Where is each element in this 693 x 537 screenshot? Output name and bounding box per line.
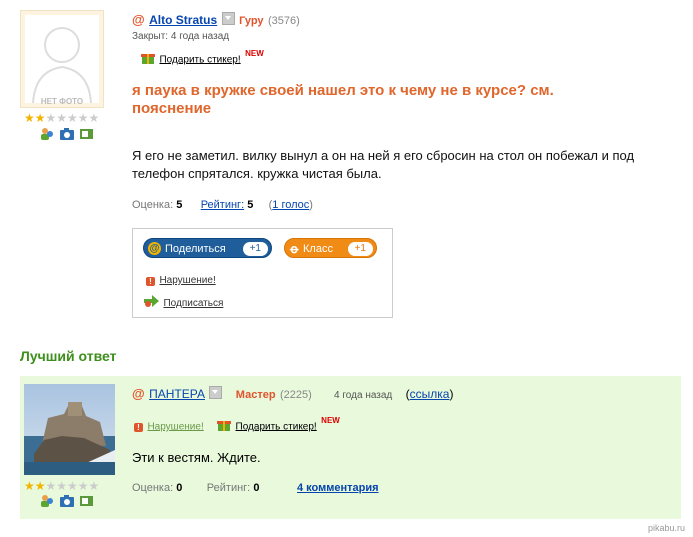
answer-author-avatar[interactable] [24, 384, 115, 475]
question-author-avatar[interactable]: НЕТ ФОТО [20, 10, 104, 108]
subscribe-link[interactable]: Подписаться [163, 298, 223, 309]
question-gift-sticker[interactable]: Подарить стикер! NEW [141, 49, 264, 67]
no-photo-label: НЕТ ФОТО [40, 97, 84, 106]
rating-link-value: 5 [247, 199, 254, 211]
question-author-line: @ Alto Stratus Гуру (3576) [132, 11, 300, 29]
rating-value: 5 [176, 199, 183, 211]
answer-author-rank: Мастер [235, 389, 276, 401]
votes-close: ) [309, 199, 313, 211]
video-icon[interactable] [80, 127, 94, 140]
question-author-rank: Гуру [239, 15, 264, 27]
gift-sticker-link[interactable]: Подарить стикер! [159, 54, 240, 65]
answer-author-icons [40, 494, 94, 507]
violation-row[interactable]: ! Нарушение! [146, 270, 216, 288]
answer-actions: ! Нарушение! Подарить стикер! NEW [134, 416, 340, 434]
class-button[interactable]: ꝋ Класс +1 [284, 238, 377, 258]
answer-author-link[interactable]: ПАНТЕРА [149, 387, 205, 401]
mail-at-icon: @ [132, 386, 145, 401]
question-body: Я его не заметил. вилку вынул а он на не… [132, 148, 635, 181]
answer-rating: Оценка: 0 Рейтинг: 0 [132, 482, 259, 494]
watermark: pikabu.ru [647, 523, 685, 533]
users-icon[interactable] [40, 494, 54, 507]
odnoklassniki-icon: ꝋ [290, 242, 299, 256]
violation-link[interactable]: Нарушение! [159, 275, 215, 286]
new-badge: NEW [245, 49, 264, 58]
warning-icon: ! [134, 423, 143, 433]
question-author-icons [40, 127, 94, 140]
new-badge: NEW [321, 416, 340, 425]
answer-author-points: (2225) [280, 389, 312, 401]
best-answer-heading: Лучший ответ [20, 348, 117, 364]
answer-violation-link[interactable]: Нарушение! [147, 421, 203, 432]
answer-gift-sticker-link[interactable]: Подарить стикер! [236, 421, 317, 432]
answer-permalink[interactable]: ссылка [410, 387, 450, 401]
rating-label: Оценка: [132, 199, 174, 211]
mail-at-icon: @ [148, 242, 161, 255]
users-icon[interactable] [40, 127, 54, 140]
question-author-stars: ★★★★★★★ [24, 111, 100, 125]
answer-rating-label: Оценка: [132, 482, 174, 494]
share-count: +1 [242, 242, 268, 256]
castle-photo-image [24, 384, 115, 475]
question-rating: Оценка: 5 Рейтинг: 5 (1 голос) [132, 199, 313, 211]
answer-rating-value: 0 [176, 482, 183, 494]
answer-rating2-value: 0 [253, 482, 260, 494]
camera-icon[interactable] [60, 127, 74, 140]
answer-author-line: @ ПАНТЕРА Мастер (2225) 4 года назад (сс… [132, 385, 453, 403]
question-closed-status: Закрыт: 4 года назад [132, 31, 230, 42]
share-box: @ Поделиться +1 ꝋ Класс +1 ! Нарушение! … [132, 228, 393, 318]
class-count: +1 [347, 242, 373, 256]
gift-icon [217, 421, 232, 432]
question-author-link[interactable]: Alto Stratus [149, 13, 217, 27]
subscribe-icon [144, 295, 159, 307]
camera-icon[interactable] [60, 494, 74, 507]
answer-body: Эти к вестям. Ждите. [132, 450, 261, 465]
warning-icon: ! [146, 277, 155, 286]
question-title: я паука в кружке своей нашел это к чему … [132, 82, 554, 117]
rating-link[interactable]: Рейтинг: [201, 199, 244, 211]
mail-at-icon: @ [132, 12, 145, 27]
question-author-points: (3576) [268, 15, 300, 27]
author-dropdown-icon[interactable] [209, 386, 223, 399]
gift-icon [141, 54, 155, 65]
share-button[interactable]: @ Поделиться +1 [143, 238, 272, 258]
answer-time: 4 года назад [334, 390, 393, 401]
class-label: Класс [303, 243, 333, 255]
answer-author-stars: ★★★★★★★ [24, 479, 100, 493]
video-icon[interactable] [80, 494, 94, 507]
author-dropdown-icon[interactable] [221, 12, 235, 25]
votes-link[interactable]: 1 голос [272, 199, 309, 211]
answer-rating2-label: Рейтинг: [206, 482, 251, 494]
comments-link-text[interactable]: 4 комментария [297, 482, 379, 494]
share-label: Поделиться [165, 243, 226, 255]
default-avatar-silhouette-icon [32, 27, 92, 104]
comments-link[interactable]: 4 комментария [297, 482, 379, 494]
subscribe-row[interactable]: Подписаться [144, 293, 223, 311]
answer-link-close: ) [449, 387, 454, 401]
